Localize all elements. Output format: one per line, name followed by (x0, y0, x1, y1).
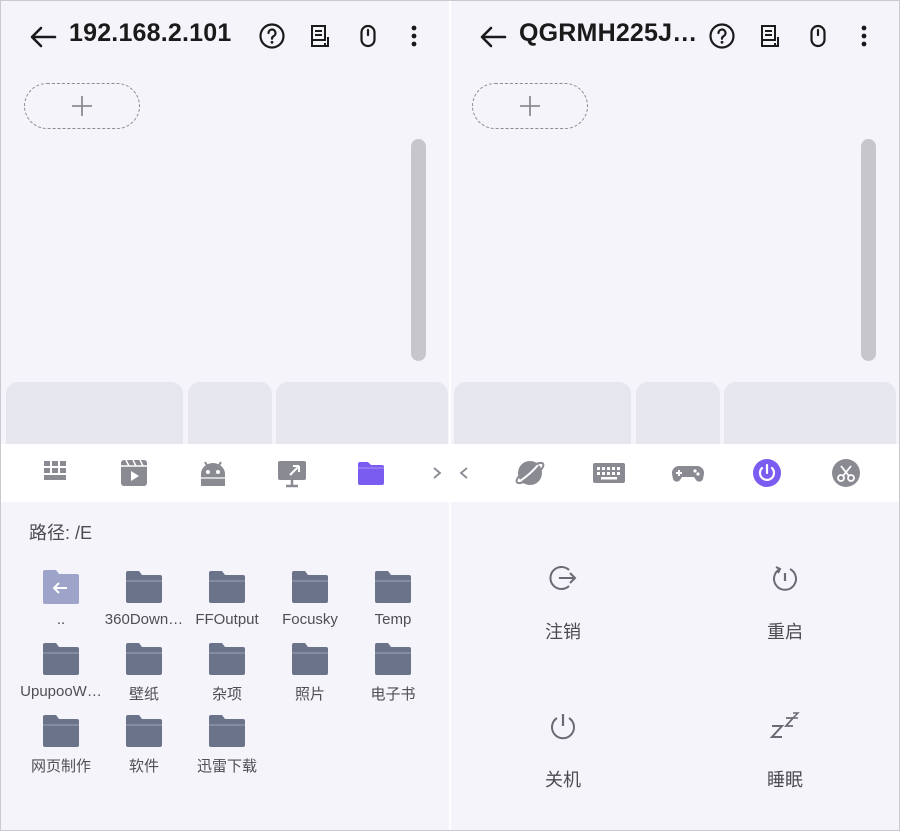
folder-item[interactable]: FFOutput (185, 566, 269, 636)
key-placeholder[interactable] (6, 382, 183, 444)
apps-grid-icon[interactable] (38, 456, 74, 490)
sleep-icon (769, 712, 800, 738)
folder-item[interactable]: Focusky (268, 566, 352, 636)
more-options-icon[interactable] (399, 21, 429, 51)
android-icon[interactable] (195, 456, 231, 490)
power-action-label: 重启 (767, 622, 803, 642)
back-arrow-icon[interactable] (27, 23, 59, 51)
logout-button[interactable]: 注销 (483, 562, 643, 672)
right-device-panel: QGRMH225J… 注销 重启 关机 睡眠 (451, 1, 899, 830)
key-placeholder[interactable] (724, 382, 896, 444)
folder-name: UpupooW… (20, 683, 102, 700)
folder-up-item[interactable]: .. (19, 566, 103, 636)
gamepad-icon[interactable] (670, 456, 706, 490)
add-button[interactable] (24, 83, 140, 129)
key-placeholder[interactable] (636, 382, 720, 444)
keyboard-icon[interactable] (591, 456, 627, 490)
key-placeholder[interactable] (188, 382, 272, 444)
folder-item[interactable]: Temp (351, 566, 435, 636)
folder-name: 壁纸 (128, 686, 159, 703)
right-top-bar: QGRMH225J… (451, 1, 899, 73)
folder-name: FFOutput (195, 611, 259, 628)
sleep-button[interactable]: 睡眠 (705, 710, 865, 820)
folder-item[interactable]: 壁纸 (102, 638, 186, 708)
power-menu: 注销 重启 关机 睡眠 (451, 502, 899, 830)
folder-icon (375, 571, 411, 603)
folder-item[interactable]: 网页制作 (19, 710, 103, 780)
shutdown-icon (551, 714, 575, 740)
folder-icon (209, 643, 245, 675)
folder-name: 杂项 (211, 686, 242, 703)
folder-name: Temp (374, 611, 412, 628)
restart-button[interactable]: 重启 (705, 562, 865, 672)
help-icon[interactable] (257, 21, 287, 51)
file-browser: 路径: /E .. 360Down… FFOutput Focusky Temp (1, 502, 449, 830)
folder-icon (209, 571, 245, 603)
device-title: QGRMH225J… (519, 19, 698, 47)
screen-cast-icon[interactable] (274, 456, 310, 490)
folder-icon[interactable] (353, 456, 389, 490)
help-icon[interactable] (707, 21, 737, 51)
shutdown-button[interactable]: 关机 (483, 710, 643, 820)
folder-icon (126, 571, 162, 603)
key-placeholder[interactable] (276, 382, 448, 444)
power-icon[interactable] (749, 456, 785, 490)
folder-name: 网页制作 (30, 758, 91, 775)
power-action-label: 注销 (545, 622, 581, 642)
more-options-icon[interactable] (849, 21, 879, 51)
folder-name: 电子书 (370, 686, 416, 703)
power-action-label: 关机 (545, 770, 581, 790)
logout-icon (549, 566, 577, 590)
folder-item[interactable]: 迅雷下载 (185, 710, 269, 780)
folder-name: 360Down… (104, 611, 184, 628)
folder-name: .. (56, 611, 66, 628)
folder-item[interactable]: 360Down… (102, 566, 186, 636)
folder-item[interactable]: 软件 (102, 710, 186, 780)
document-icon[interactable] (305, 21, 335, 51)
add-button[interactable] (472, 83, 588, 129)
folder-name: 迅雷下载 (196, 758, 257, 775)
folder-icon (375, 643, 411, 675)
folder-icon (43, 643, 79, 675)
right-tool-bar (451, 444, 899, 502)
mouse-icon[interactable] (353, 21, 383, 51)
folder-icon (292, 643, 328, 675)
plus-icon (520, 96, 540, 116)
folder-icon (126, 643, 162, 675)
back-arrow-icon[interactable] (477, 23, 509, 51)
chevron-right-icon[interactable] (430, 462, 444, 484)
folder-item[interactable]: 电子书 (351, 638, 435, 708)
folder-icon (209, 715, 245, 747)
scrollbar[interactable] (411, 139, 426, 361)
left-top-bar: 192.168.2.101 (1, 1, 449, 73)
folder-item[interactable]: 杂项 (185, 638, 269, 708)
power-action-label: 睡眠 (767, 770, 803, 790)
folder-item[interactable]: 照片 (268, 638, 352, 708)
restart-icon (773, 566, 797, 591)
folder-icon (292, 571, 328, 603)
cut-icon[interactable] (828, 456, 864, 490)
folder-icon (126, 715, 162, 747)
chevron-left-icon[interactable] (457, 462, 471, 484)
path-label: 路径: /E (29, 523, 93, 543)
folder-item[interactable]: UpupooW… (19, 638, 103, 708)
key-placeholder[interactable] (454, 382, 631, 444)
mouse-icon[interactable] (803, 21, 833, 51)
folder-up-icon (43, 570, 79, 604)
folder-name: 软件 (128, 758, 159, 775)
scrollbar[interactable] (861, 139, 876, 361)
left-tool-bar (1, 444, 449, 502)
folder-name: Focusky (282, 611, 338, 628)
document-icon[interactable] (755, 21, 785, 51)
plus-icon (72, 96, 92, 116)
media-player-icon[interactable] (116, 456, 152, 490)
device-title: 192.168.2.101 (69, 19, 232, 47)
browser-icon[interactable] (512, 456, 548, 490)
folder-name: 照片 (294, 686, 325, 703)
folder-icon (43, 715, 79, 747)
left-device-panel: 192.168.2.101 路径: /E .. 360Down… FFOutpu… (1, 1, 449, 830)
